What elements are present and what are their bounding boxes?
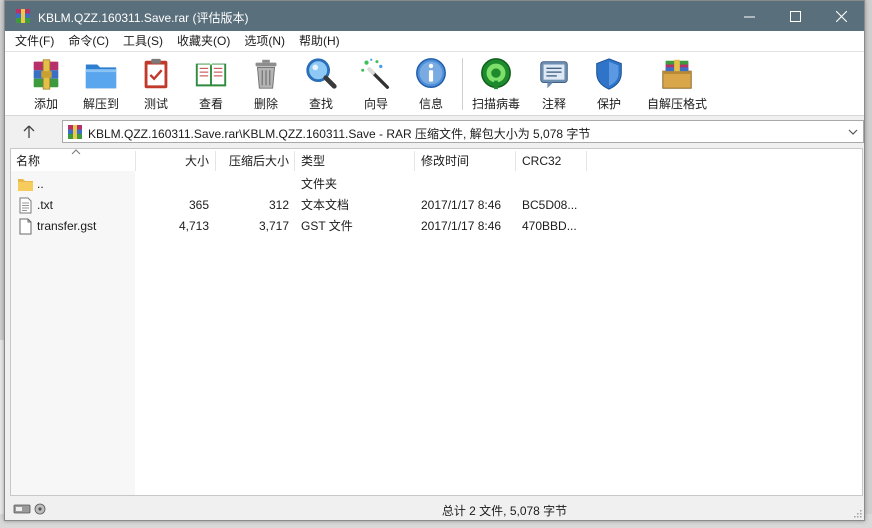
window-title: KBLM.QZZ.160311.Save.rar (评估版本) bbox=[38, 11, 249, 25]
close-icon bbox=[835, 10, 847, 22]
file-name: .. bbox=[37, 177, 44, 191]
maximize-icon bbox=[789, 10, 801, 22]
file-type: 文件夹 bbox=[301, 177, 338, 191]
column-header-row: 名称 大小 压缩后大小 类型 修改时间 CRC32 bbox=[11, 149, 862, 171]
sfx-label: 自解压格式 bbox=[646, 97, 707, 111]
close-button[interactable] bbox=[818, 1, 864, 31]
path-field[interactable]: KBLM.QZZ.160311.Save.rar\KBLM.QZZ.160311… bbox=[62, 120, 864, 143]
extract-to-button[interactable]: 解压到 bbox=[73, 56, 129, 112]
column-packed[interactable]: 压缩后大小 bbox=[216, 149, 289, 171]
file-size bbox=[136, 174, 209, 195]
status-bar: 总计 2 文件, 5,078 字节 bbox=[5, 498, 864, 520]
toolbar-separator bbox=[462, 58, 463, 110]
test-button[interactable]: 测试 bbox=[128, 56, 184, 112]
info-icon bbox=[416, 58, 446, 88]
minimize-button[interactable] bbox=[726, 1, 772, 31]
add-button[interactable]: 添加 bbox=[18, 56, 74, 112]
winrar-app-icon bbox=[16, 9, 30, 23]
up-folder-button[interactable] bbox=[19, 123, 39, 141]
arrow-up-icon bbox=[23, 125, 35, 138]
info-label: 信息 bbox=[418, 97, 443, 111]
sfx-button[interactable]: 自解压格式 bbox=[645, 56, 709, 112]
chevron-down-icon[interactable] bbox=[847, 126, 859, 138]
add-label: 添加 bbox=[33, 97, 58, 111]
file-size: 4,713 bbox=[178, 219, 209, 233]
file-name: transfer.gst bbox=[37, 219, 97, 233]
protect-label: 保护 bbox=[596, 97, 621, 111]
file-icon bbox=[19, 218, 32, 235]
trash-icon bbox=[255, 59, 277, 89]
file-name: .txt bbox=[37, 198, 54, 212]
file-packed-size bbox=[216, 174, 289, 195]
delete-label: 删除 bbox=[253, 97, 278, 111]
extract-to-label: 解压到 bbox=[82, 97, 119, 111]
add-archive-icon bbox=[33, 59, 59, 90]
column-divider[interactable] bbox=[294, 151, 295, 171]
menu-bar: 文件(F) 命令(C) 工具(S) 收藏夹(O) 选项(N) 帮助(H) bbox=[5, 31, 864, 52]
comment-button[interactable]: 注释 bbox=[526, 56, 582, 112]
magnifier-icon bbox=[306, 58, 337, 89]
column-divider[interactable] bbox=[586, 151, 587, 171]
view-label: 查看 bbox=[198, 97, 223, 111]
file-row-parent[interactable]: .. 文件夹 bbox=[11, 174, 862, 195]
find-button[interactable]: 查找 bbox=[293, 56, 349, 112]
minimize-icon bbox=[743, 16, 755, 17]
file-size: 365 bbox=[188, 198, 209, 212]
sfx-package-icon bbox=[662, 59, 692, 89]
comment-icon bbox=[540, 61, 568, 89]
address-bar: KBLM.QZZ.160311.Save.rar\KBLM.QZZ.160311… bbox=[5, 116, 864, 147]
file-type: GST 文件 bbox=[301, 219, 353, 233]
column-size[interactable]: 大小 bbox=[136, 149, 209, 171]
column-divider[interactable] bbox=[515, 151, 516, 171]
column-type[interactable]: 类型 bbox=[301, 149, 411, 171]
menu-help[interactable]: 帮助(H) bbox=[292, 31, 347, 51]
file-row[interactable]: .txt 365 312 文本文档 2017/1/17 8:46 BC5D08.… bbox=[11, 195, 862, 216]
test-clipboard-icon bbox=[144, 58, 168, 89]
file-row[interactable]: transfer.gst 4,713 3,717 GST 文件 2017/1/1… bbox=[11, 216, 862, 237]
column-modified[interactable]: 修改时间 bbox=[421, 149, 511, 171]
file-crc: BC5D08... bbox=[522, 198, 578, 212]
info-button[interactable]: 信息 bbox=[403, 56, 459, 112]
virus-scan-icon bbox=[481, 58, 511, 90]
sort-up-icon bbox=[71, 149, 81, 155]
rar-archive-icon bbox=[68, 125, 82, 139]
text-file-icon bbox=[19, 197, 32, 214]
extract-folder-icon bbox=[85, 64, 117, 89]
wizard-button[interactable]: 向导 bbox=[348, 56, 404, 112]
file-modified: 2017/1/17 8:46 bbox=[421, 219, 502, 233]
view-button[interactable]: 查看 bbox=[183, 56, 239, 112]
scan-virus-button[interactable]: 扫描病毒 bbox=[468, 56, 524, 112]
menu-options[interactable]: 选项(N) bbox=[237, 31, 292, 51]
column-crc[interactable]: CRC32 bbox=[522, 149, 586, 171]
wizard-label: 向导 bbox=[363, 97, 388, 111]
file-packed-size: 3,717 bbox=[258, 219, 289, 233]
protect-button[interactable]: 保护 bbox=[581, 56, 637, 112]
maximize-button[interactable] bbox=[772, 1, 818, 31]
shield-icon bbox=[596, 58, 622, 90]
title-bar[interactable]: KBLM.QZZ.160311.Save.rar (评估版本) bbox=[5, 1, 864, 31]
file-type: 文本文档 bbox=[301, 198, 350, 212]
file-crc: 470BBD... bbox=[522, 219, 577, 233]
menu-file[interactable]: 文件(F) bbox=[5, 31, 61, 51]
status-summary: 总计 2 文件, 5,078 字节 bbox=[441, 504, 568, 518]
path-text: KBLM.QZZ.160311.Save.rar\KBLM.QZZ.160311… bbox=[88, 127, 591, 141]
menu-tools[interactable]: 工具(S) bbox=[116, 31, 170, 51]
file-list[interactable]: 名称 大小 压缩后大小 类型 修改时间 CRC32 .. 文件夹 .txt 36… bbox=[10, 148, 863, 496]
menu-commands[interactable]: 命令(C) bbox=[61, 31, 116, 51]
file-modified: 2017/1/17 8:46 bbox=[421, 198, 502, 212]
toolbar: 添加 解压到 测试 查看 删除 查找 向导 信息 扫描病毒 注释 保护 自解压格… bbox=[5, 52, 864, 116]
wizard-wand-icon bbox=[361, 58, 390, 89]
view-book-icon bbox=[195, 63, 227, 87]
file-packed-size: 312 bbox=[268, 198, 289, 212]
delete-button[interactable]: 删除 bbox=[238, 56, 294, 112]
winrar-window: KBLM.QZZ.160311.Save.rar (评估版本) 文件(F) 命令… bbox=[4, 0, 865, 521]
menu-favorites[interactable]: 收藏夹(O) bbox=[170, 31, 237, 51]
folder-icon bbox=[18, 179, 33, 191]
scan-virus-label: 扫描病毒 bbox=[471, 97, 520, 111]
find-label: 查找 bbox=[308, 97, 333, 111]
test-label: 测试 bbox=[143, 97, 168, 111]
resize-grip-icon[interactable] bbox=[852, 508, 862, 518]
column-divider[interactable] bbox=[414, 151, 415, 171]
comment-label: 注释 bbox=[541, 97, 566, 111]
